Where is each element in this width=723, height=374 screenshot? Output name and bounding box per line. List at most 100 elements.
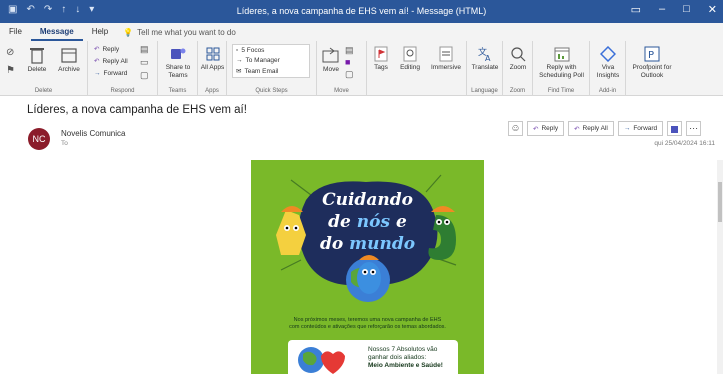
all-apps-button[interactable]: All Apps bbox=[200, 46, 225, 72]
trash-icon bbox=[30, 48, 44, 64]
proofpoint-icon: P bbox=[644, 46, 660, 62]
more-options-icon[interactable]: ··· bbox=[686, 121, 702, 136]
teams-share-icon[interactable] bbox=[667, 121, 683, 136]
arrow-right-icon: → bbox=[236, 57, 243, 64]
tab-help[interactable]: Help bbox=[83, 23, 117, 41]
move-folder-icon bbox=[322, 47, 339, 63]
ribbon: ⊘ ⚑ Delete Archive Delete ↶ Reply ↶ Reply … bbox=[0, 41, 723, 96]
find-icon bbox=[403, 46, 417, 62]
close-icon[interactable]: ✕ bbox=[708, 3, 717, 16]
tab-message[interactable]: Message bbox=[30, 23, 83, 41]
group-quick-steps: ▫ 5 Focos → To Manager ✉ Team Email Quick S… bbox=[227, 41, 317, 96]
forward-arrow-icon: → bbox=[623, 125, 631, 132]
scrollbar-thumb[interactable] bbox=[718, 182, 722, 222]
magnifier-icon bbox=[511, 47, 526, 62]
group-teams: Share to Teams Teams bbox=[158, 41, 198, 96]
reply-all-action-button[interactable]: ↶ Reply All bbox=[568, 121, 614, 136]
svg-text:A: A bbox=[485, 54, 491, 62]
archive-button[interactable]: Archive bbox=[54, 46, 84, 74]
message-actions: ☺ ↶ Reply ↶ Reply All → Forward ··· bbox=[508, 121, 702, 136]
reply-with-scheduling-poll-button[interactable]: Reply with Scheduling Poll bbox=[535, 46, 588, 80]
tell-me-box[interactable]: 💡 Tell me what you want to do bbox=[117, 28, 236, 37]
quick-step-to-manager[interactable]: → To Manager bbox=[236, 57, 280, 64]
quick-step-team-email[interactable]: ✉ Team Email bbox=[236, 67, 278, 76]
onenote-icon[interactable]: ■ bbox=[345, 57, 350, 67]
forward-icon: → bbox=[94, 70, 101, 77]
delete-button[interactable]: Delete bbox=[24, 46, 50, 74]
more-respond-icon[interactable]: ▭ bbox=[140, 57, 149, 68]
group-find-time: Reply with Scheduling Poll Find Time bbox=[533, 41, 590, 96]
group-tags: Tags bbox=[367, 41, 395, 96]
tags-button[interactable]: Tags bbox=[369, 46, 393, 72]
meeting-reply-icon[interactable]: ▤ bbox=[140, 44, 149, 55]
actions-icon[interactable]: ▢ bbox=[345, 69, 354, 80]
banner-title-line2: de nós e bbox=[328, 212, 407, 232]
archive-icon bbox=[61, 48, 77, 63]
group-delete: ⊘ ⚑ Delete Archive Delete bbox=[0, 41, 88, 96]
vertical-scrollbar[interactable] bbox=[717, 160, 723, 374]
message-subject: Líderes, a nova campanha de EHS vem aí! bbox=[27, 104, 247, 116]
folder-icon: ▫ bbox=[236, 47, 239, 54]
tell-me-text: Tell me what you want to do bbox=[137, 27, 236, 37]
reply-all-icon: ↶ bbox=[94, 58, 100, 65]
share-to-teams-button[interactable]: Share to Teams bbox=[162, 46, 194, 80]
move-button[interactable]: Move bbox=[320, 46, 342, 74]
proofpoint-button[interactable]: P Proofpoint for Outlook bbox=[628, 46, 676, 80]
reply-all-arrow-icon: ↶ bbox=[574, 125, 580, 133]
menu-tabs: File Message Help 💡 Tell me what you wan… bbox=[0, 23, 723, 41]
reply-action-button[interactable]: ↶ Reply bbox=[527, 121, 565, 136]
emoji-reaction-icon[interactable]: ☺ bbox=[508, 121, 523, 136]
translate-icon: 文A bbox=[478, 46, 491, 62]
group-immersive: Immersive bbox=[425, 41, 467, 96]
group-add-in: Viva Insights Add-in bbox=[590, 41, 626, 96]
banner-card-text: Nossos 7 Absolutos vão ganhar dois aliad… bbox=[368, 346, 443, 369]
mail-icon: ✉ bbox=[236, 68, 242, 75]
banner-title-line1: Cuidando bbox=[322, 190, 413, 210]
svg-text:P: P bbox=[648, 50, 654, 61]
group-editing: Editing bbox=[395, 41, 425, 96]
avatar[interactable]: NC bbox=[28, 128, 50, 150]
ignore-icon[interactable]: ⊘ bbox=[6, 47, 14, 58]
group-apps: All Apps Apps bbox=[198, 41, 227, 96]
email-banner-image: Cuidando de nós e do mundo Nos próximos … bbox=[251, 160, 484, 374]
maximize-icon[interactable]: □ bbox=[683, 3, 690, 16]
banner-title-line3: do mundo bbox=[319, 234, 416, 254]
group-zoom: Zoom Zoom bbox=[503, 41, 533, 96]
junk-icon[interactable]: ⚑ bbox=[6, 65, 15, 76]
banner-body-text: Nos próximos meses, teremos uma nova cam… bbox=[289, 317, 446, 330]
to-label: To bbox=[61, 140, 68, 147]
message-date: qui 25/04/2024 16:11 bbox=[654, 140, 715, 147]
group-language: 文A Translate Language bbox=[467, 41, 503, 96]
sender-name[interactable]: Novelis Comunica bbox=[61, 129, 125, 138]
quick-step-5-focos[interactable]: ▫ 5 Focos bbox=[236, 47, 264, 54]
group-move: Move ▤ ■ ▢ Move bbox=[317, 41, 367, 96]
title-bar: ▣ ↶ ↷ ↑ ↓ ▾ Líderes, a nova campanha de … bbox=[0, 0, 723, 23]
editing-button[interactable]: Editing bbox=[397, 46, 423, 72]
minimize-icon[interactable]: – bbox=[659, 3, 665, 16]
translate-button[interactable]: 文A Translate bbox=[469, 46, 501, 72]
viva-insights-button[interactable]: Viva Insights bbox=[592, 46, 624, 80]
window-controls: ▭ – □ ✕ bbox=[631, 3, 717, 16]
group-respond: ↶ Reply ↶ Reply All → Forward ▤ ▭ ▢ Respond bbox=[88, 41, 158, 96]
teams-icon bbox=[171, 48, 186, 59]
immersive-reader-button[interactable]: Immersive bbox=[427, 46, 465, 72]
reply-all-button[interactable]: ↶ Reply All bbox=[94, 57, 128, 66]
zoom-button[interactable]: Zoom bbox=[505, 46, 531, 72]
ribbon-display-icon[interactable]: ▭ bbox=[631, 3, 641, 16]
forward-action-button[interactable]: → Forward bbox=[617, 121, 664, 136]
immersive-reader-icon bbox=[439, 46, 453, 62]
window-title: Líderes, a nova campanha de EHS vem aí! … bbox=[236, 6, 487, 16]
group-proofpoint: P Proofpoint for Outlook bbox=[626, 41, 678, 96]
tab-file[interactable]: File bbox=[0, 23, 31, 41]
apps-grid-icon bbox=[206, 47, 219, 61]
forward-button[interactable]: → Forward bbox=[94, 70, 127, 77]
reply-button[interactable]: ↶ Reply bbox=[94, 45, 119, 54]
quick-steps-gallery: ▫ 5 Focos → To Manager ✉ Team Email bbox=[232, 44, 310, 78]
reply-icon: ↶ bbox=[94, 46, 100, 53]
lightbulb-icon: 💡 bbox=[123, 27, 134, 37]
rules-icon[interactable]: ▤ bbox=[345, 45, 354, 56]
reply-arrow-icon: ↶ bbox=[533, 125, 539, 133]
im-icon[interactable]: ▢ bbox=[140, 70, 149, 81]
flag-icon bbox=[374, 46, 388, 62]
viva-insights-icon bbox=[600, 46, 616, 62]
